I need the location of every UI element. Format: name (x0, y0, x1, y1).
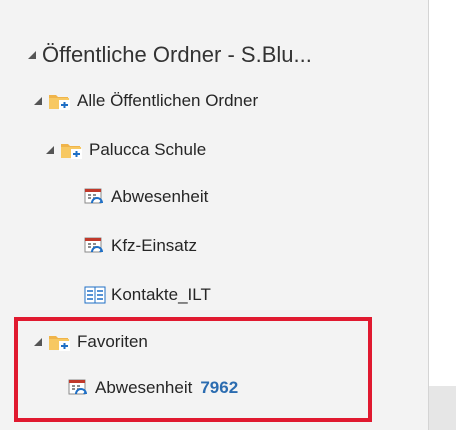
tree-item-kfz-einsatz[interactable]: Kfz-Einsatz (84, 236, 197, 256)
tree-item-kontakte-ilt[interactable]: Kontakte_ILT (84, 285, 211, 305)
tree-item-all-public-folders[interactable]: Alle Öffentlichen Ordner (34, 91, 258, 111)
tree-item-label: Öffentliche Ordner - S.Blu... (42, 42, 312, 67)
tree-item-label: Kontakte_ILT (111, 285, 211, 304)
reading-pane (428, 0, 456, 430)
expand-arrow-icon[interactable] (34, 97, 42, 105)
tree-item-label: Alle Öffentlichen Ordner (77, 91, 259, 110)
tree-item-abwesenheit[interactable]: Abwesenheit (84, 187, 208, 207)
shared-calendar-icon (84, 187, 106, 207)
tree-item-public-folders-root[interactable]: Öffentliche Ordner - S.Blu... (28, 42, 312, 68)
tree-item-label: Abwesenheit (111, 187, 209, 206)
tree-item-palucca-schule[interactable]: Palucca Schule (46, 140, 206, 160)
tree-item-label: Kfz-Einsatz (111, 236, 197, 255)
expand-arrow-icon[interactable] (46, 146, 54, 154)
tree-item-label: Palucca Schule (89, 140, 207, 159)
contacts-folder-icon (84, 285, 106, 305)
expand-arrow-icon[interactable] (28, 51, 36, 59)
public-folder-icon (48, 91, 72, 111)
public-folder-icon (60, 140, 84, 160)
highlight-annotation-box (14, 317, 372, 422)
reading-pane-footer (428, 386, 456, 430)
shared-calendar-icon (84, 236, 106, 256)
